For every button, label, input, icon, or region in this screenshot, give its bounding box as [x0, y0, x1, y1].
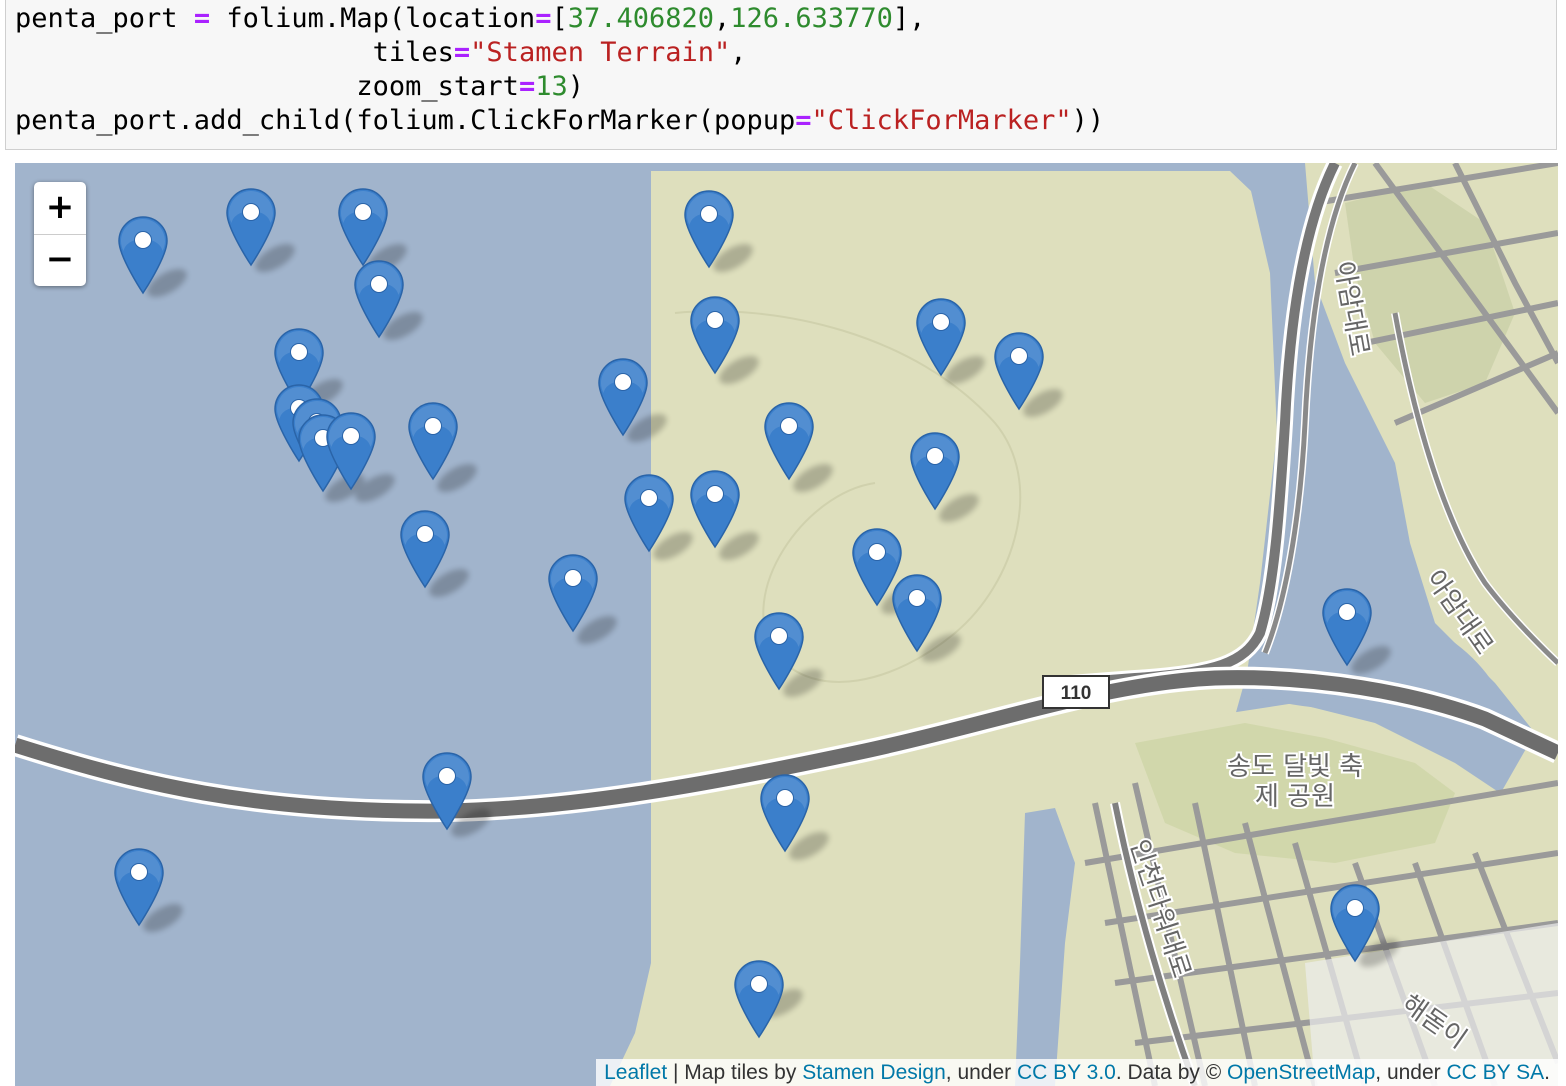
- code-operator: =: [193, 3, 211, 34]
- code-operator: =: [518, 71, 536, 102]
- code-text: ],: [892, 3, 926, 34]
- code-text: folium.Map(location: [210, 3, 536, 34]
- code-text: ,: [714, 3, 731, 34]
- code-line-2: tiles="Stamen Terrain",: [15, 36, 747, 70]
- code-line-4: penta_port.add_child(folium.ClickForMark…: [15, 104, 1104, 138]
- park-label-line-1: 송도 달빛 축: [1227, 752, 1363, 782]
- code-text: tiles: [372, 37, 454, 68]
- code-number: 126.633770: [730, 3, 893, 34]
- zoom-in-button[interactable]: +: [34, 182, 86, 235]
- stamen-link[interactable]: Stamen Design: [802, 1061, 946, 1084]
- zoom-control: + −: [34, 182, 86, 286]
- attribution-text: . Data by ©: [1115, 1061, 1228, 1084]
- route-shield: 110: [1042, 675, 1110, 709]
- code-line-1: penta_port = folium.Map(location=[37.406…: [15, 2, 925, 36]
- map-container[interactable]: 110 아암대로 아암대로 송도 달빛 축 제 공원 인천타워대로 해돋이 + …: [15, 163, 1558, 1086]
- osm-link[interactable]: OpenStreetMap: [1227, 1061, 1375, 1084]
- code-text: penta_port.add_child(folium.ClickForMark…: [15, 105, 796, 136]
- zoom-out-button[interactable]: −: [34, 234, 86, 286]
- attribution-text: | Map tiles by: [667, 1061, 803, 1084]
- attribution-text: .: [1544, 1061, 1550, 1084]
- code-text: ): [567, 71, 584, 102]
- code-number: 13: [535, 71, 568, 102]
- attribution-text: , under: [945, 1061, 1017, 1084]
- cc-by-sa-link[interactable]: CC BY SA: [1447, 1061, 1545, 1084]
- code-text: penta_port: [15, 3, 194, 34]
- attribution-text: , under: [1375, 1061, 1447, 1084]
- route-shield-label: 110: [1061, 683, 1092, 704]
- map-tiles: 110 아암대로 아암대로 송도 달빛 축 제 공원 인천타워대로 해돋이: [15, 163, 1558, 1086]
- code-text: )): [1071, 105, 1105, 136]
- code-operator: =: [453, 37, 471, 68]
- code-text: ,: [730, 37, 747, 68]
- code-operator: =: [795, 105, 812, 136]
- code-text: zoom_start: [356, 71, 519, 102]
- code-string: "Stamen Terrain": [470, 37, 731, 68]
- code-number: 37.406820: [567, 3, 715, 34]
- park-label-line-2: 제 공원: [1255, 782, 1335, 812]
- map-attribution: Leaflet | Map tiles by Stamen Design, un…: [596, 1059, 1558, 1086]
- code-string: "ClickForMarker": [811, 105, 1072, 136]
- code-operator: =: [535, 3, 552, 34]
- leaflet-link[interactable]: Leaflet: [604, 1061, 667, 1084]
- code-text: [: [551, 3, 568, 34]
- cc-by-link[interactable]: CC BY 3.0: [1017, 1061, 1116, 1084]
- code-line-3: zoom_start=13): [15, 70, 584, 104]
- code-cell[interactable]: penta_port = folium.Map(location=[37.406…: [5, 0, 1557, 150]
